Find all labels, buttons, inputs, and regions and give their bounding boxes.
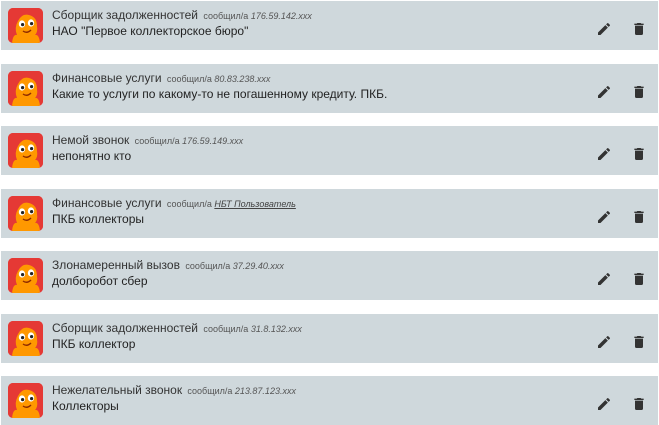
trash-icon [631, 146, 647, 167]
pencil-icon [596, 271, 612, 292]
report-category: Сборщик задолженностей [52, 321, 199, 335]
report-header: Финансовые услуги сообщил/а НБТ Пользова… [52, 195, 568, 212]
pencil-icon [596, 209, 612, 230]
edit-button[interactable] [593, 20, 615, 42]
delete-button[interactable] [628, 333, 650, 355]
pencil-icon [596, 84, 612, 105]
report-text: Финансовые услуги сообщил/а 80.83.238.xx… [52, 70, 568, 102]
trash-icon [631, 209, 647, 230]
report-category: Сборщик задолженностей [52, 8, 199, 22]
report-category: Немой звонок [52, 133, 130, 147]
report-verb: сообщил/а [203, 11, 249, 21]
octopus-avatar-icon [8, 8, 43, 43]
octopus-avatar-icon [8, 196, 43, 231]
edit-button[interactable] [593, 208, 615, 230]
trash-icon [631, 334, 647, 355]
report-item: Сборщик задолженностей сообщил/а 31.8.13… [1, 314, 658, 363]
report-text: Сборщик задолженностей сообщил/а 176.59.… [52, 7, 568, 39]
report-comment: ПКБ коллекторы [52, 212, 145, 226]
delete-button[interactable] [628, 20, 650, 42]
report-item: Финансовые услуги сообщил/а НБТ Пользова… [1, 189, 658, 238]
delete-button[interactable] [628, 83, 650, 105]
report-header: Злонамеренный вызов сообщил/а 37.29.40.x… [52, 257, 568, 274]
trash-icon [631, 84, 647, 105]
report-verb: сообщил/а [166, 74, 212, 84]
report-category: Нежелательный звонок [52, 383, 183, 397]
report-comment: Коллекторы [52, 399, 119, 413]
report-text: Финансовые услуги сообщил/а НБТ Пользова… [52, 195, 568, 227]
delete-button[interactable] [628, 270, 650, 292]
octopus-avatar-icon [8, 383, 43, 418]
report-header: Немой звонок сообщил/а 176.59.149.xxx [52, 132, 568, 149]
octopus-avatar-icon [8, 321, 43, 356]
report-ip: 37.29.40.xxx [232, 261, 284, 271]
report-header: Нежелательный звонок сообщил/а 213.87.12… [52, 382, 568, 399]
report-category: Финансовые услуги [52, 196, 162, 210]
report-meta: сообщил/а 213.87.123.xxx [187, 386, 296, 396]
pencil-icon [596, 21, 612, 42]
report-text: Нежелательный звонок сообщил/а 213.87.12… [52, 382, 568, 414]
report-comment: непонятно кто [52, 149, 132, 163]
report-item: Сборщик задолженностей сообщил/а 176.59.… [1, 1, 658, 50]
report-item: Злонамеренный вызов сообщил/а 37.29.40.x… [1, 251, 658, 300]
report-item: Немой звонок сообщил/а 176.59.149.xxx не… [1, 126, 658, 175]
report-text: Сборщик задолженностей сообщил/а 31.8.13… [52, 320, 568, 352]
report-meta: сообщил/а 176.59.142.xxx [203, 11, 312, 21]
delete-button[interactable] [628, 145, 650, 167]
report-meta: сообщил/а 176.59.149.xxx [135, 136, 244, 146]
edit-button[interactable] [593, 270, 615, 292]
report-meta: сообщил/а 37.29.40.xxx [185, 261, 284, 271]
edit-button[interactable] [593, 333, 615, 355]
report-category: Злонамеренный вызов [52, 258, 180, 272]
report-ip: 213.87.123.xxx [234, 386, 296, 396]
report-comment: долборобот сбер [52, 274, 148, 288]
report-ip: 176.59.142.xxx [250, 11, 312, 21]
pencil-icon [596, 396, 612, 417]
report-verb: сообщил/а [203, 324, 249, 334]
pencil-icon [596, 334, 612, 355]
reporter-user-link[interactable]: НБТ Пользователь [214, 199, 296, 209]
octopus-avatar-icon [8, 133, 43, 168]
octopus-avatar-icon [8, 258, 43, 293]
pencil-icon [596, 146, 612, 167]
report-comment: ПКБ коллектор [52, 337, 136, 351]
delete-button[interactable] [628, 395, 650, 417]
report-comment: НАО "Первое коллекторское бюро" [52, 24, 249, 38]
report-header: Сборщик задолженностей сообщил/а 176.59.… [52, 7, 568, 24]
report-text: Злонамеренный вызов сообщил/а 37.29.40.x… [52, 257, 568, 289]
report-ip: 80.83.238.xxx [214, 74, 271, 84]
report-verb: сообщил/а [187, 386, 233, 396]
edit-button[interactable] [593, 83, 615, 105]
report-meta: сообщил/а 31.8.132.xxx [203, 324, 302, 334]
report-comment: Какие то услуги по какому-то не погашенн… [52, 87, 388, 101]
report-meta: сообщил/а НБТ Пользователь [167, 199, 296, 209]
report-ip: 31.8.132.xxx [250, 324, 302, 334]
report-verb: сообщил/а [134, 136, 180, 146]
report-header: Финансовые услуги сообщил/а 80.83.238.xx… [52, 70, 568, 87]
trash-icon [631, 271, 647, 292]
report-meta: сообщил/а 80.83.238.xxx [167, 74, 271, 84]
report-verb: сообщил/а [185, 261, 231, 271]
report-item: Финансовые услуги сообщил/а 80.83.238.xx… [1, 64, 658, 113]
delete-button[interactable] [628, 208, 650, 230]
trash-icon [631, 396, 647, 417]
edit-button[interactable] [593, 395, 615, 417]
report-ip: 176.59.149.xxx [182, 136, 244, 146]
report-text: Немой звонок сообщил/а 176.59.149.xxx не… [52, 132, 568, 164]
report-item: Нежелательный звонок сообщил/а 213.87.12… [1, 376, 658, 425]
report-header: Сборщик задолженностей сообщил/а 31.8.13… [52, 320, 568, 337]
report-verb: сообщил/а [166, 199, 212, 209]
octopus-avatar-icon [8, 71, 43, 106]
report-category: Финансовые услуги [52, 71, 162, 85]
trash-icon [631, 21, 647, 42]
edit-button[interactable] [593, 145, 615, 167]
